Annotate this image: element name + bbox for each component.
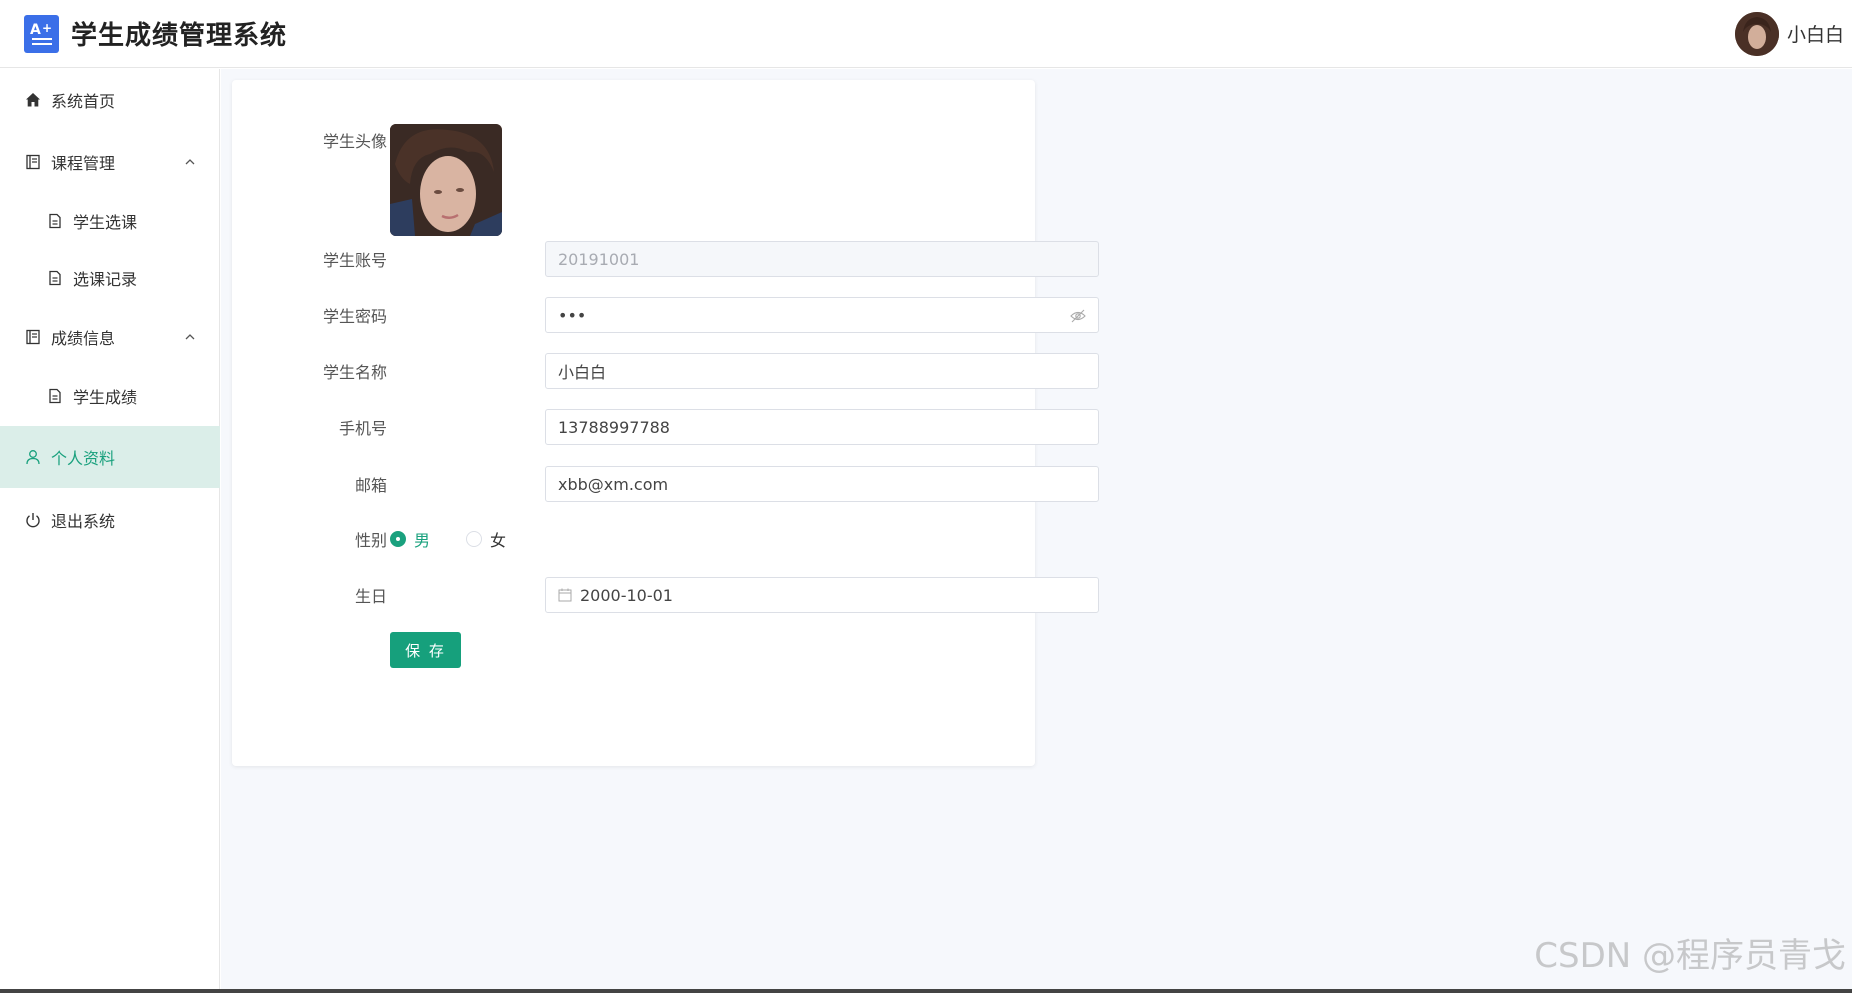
radio-checked-icon xyxy=(390,531,406,547)
user-icon xyxy=(24,448,42,466)
name-input[interactable]: 小白白 xyxy=(545,353,1099,389)
account-input: 20191001 xyxy=(545,241,1099,277)
sidebar-item-course-management[interactable]: 课程管理 xyxy=(0,131,220,193)
sidebar-item-label: 选课记录 xyxy=(73,270,138,289)
avatar-label: 学生头像 xyxy=(322,132,387,151)
document-icon xyxy=(46,269,64,287)
sidebar-item-profile[interactable]: 个人资料 xyxy=(0,426,220,488)
document-icon xyxy=(46,387,64,405)
eye-off-icon[interactable] xyxy=(1070,308,1086,327)
form-row-name: 学生名称 小白白 xyxy=(232,353,1099,389)
password-input[interactable]: ••• xyxy=(545,297,1099,333)
password-value: ••• xyxy=(558,305,587,325)
avatar[interactable] xyxy=(1734,11,1779,56)
profile-form-card: 学生头像 学生账号 20191001 学生密码 ••• 学生名称 小白白 手机号… xyxy=(232,80,1099,766)
sidebar-item-label: 学生选课 xyxy=(73,213,138,232)
radio-label: 女 xyxy=(490,531,507,550)
watermark: CSDN @程序员青戈 xyxy=(1534,936,1846,976)
gender-radio-male[interactable]: 男 xyxy=(390,527,430,551)
sidebar-item-course-selection[interactable]: 学生选课 xyxy=(0,190,220,252)
book-icon xyxy=(24,153,42,171)
sidebar-item-label: 课程管理 xyxy=(51,154,116,173)
home-icon xyxy=(24,91,42,109)
window-bottom-edge xyxy=(0,989,1852,993)
calendar-icon xyxy=(558,588,572,602)
email-label: 邮箱 xyxy=(354,476,387,495)
phone-input[interactable]: 13788997788 xyxy=(545,409,1099,445)
main-content: 学生头像 学生账号 20191001 学生密码 ••• 学生名称 小白白 手机号… xyxy=(221,69,1852,989)
sidebar-item-label: 个人资料 xyxy=(51,449,116,468)
top-header: A + 学生成绩管理系统 小白白 xyxy=(0,0,1852,68)
form-row-phone: 手机号 13788997788 xyxy=(232,409,1099,445)
student-photo[interactable] xyxy=(390,124,502,236)
document-icon xyxy=(46,212,64,230)
save-button[interactable]: 保 存 xyxy=(390,632,461,668)
birthday-label: 生日 xyxy=(354,587,387,606)
user-name[interactable]: 小白白 xyxy=(1787,20,1844,47)
form-row-account: 学生账号 20191001 xyxy=(232,241,1099,277)
sidebar-item-label: 系统首页 xyxy=(51,92,116,111)
form-row-avatar: 学生头像 xyxy=(232,124,1035,236)
radio-unchecked-icon xyxy=(466,531,483,547)
radio-label: 男 xyxy=(414,531,431,550)
grade-a-plus-icon: A + xyxy=(24,14,59,53)
sidebar-item-label: 退出系统 xyxy=(51,512,116,531)
form-row-actions: 保 存 xyxy=(232,632,1035,668)
sidebar-item-logout[interactable]: 退出系统 xyxy=(0,489,220,551)
form-row-birthday: 生日 2000-10-01 xyxy=(232,577,1099,613)
birthday-value: 2000-10-01 xyxy=(580,585,673,605)
sidebar-item-student-grades[interactable]: 学生成绩 xyxy=(0,365,220,427)
power-icon xyxy=(24,511,42,529)
gender-label: 性别 xyxy=(354,531,387,550)
svg-text:+: + xyxy=(42,21,52,35)
sidebar-item-home[interactable]: 系统首页 xyxy=(0,69,220,131)
name-label: 学生名称 xyxy=(322,363,387,382)
form-row-email: 邮箱 xbb@xm.com xyxy=(232,466,1099,502)
svg-text:A: A xyxy=(30,22,41,38)
chevron-up-icon xyxy=(184,328,196,347)
app-title: 学生成绩管理系统 xyxy=(71,21,288,51)
phone-label: 手机号 xyxy=(338,419,387,438)
email-input[interactable]: xbb@xm.com xyxy=(545,466,1099,502)
gender-radio-group: 男 女 xyxy=(390,521,506,557)
chevron-up-icon xyxy=(184,153,196,172)
sidebar-item-label: 成绩信息 xyxy=(51,329,116,348)
gender-radio-female[interactable]: 女 xyxy=(466,527,506,551)
brand: A + 学生成绩管理系统 xyxy=(24,14,288,53)
book-icon xyxy=(24,328,42,346)
sidebar-item-grade-info[interactable]: 成绩信息 xyxy=(0,306,220,368)
avatar-upload[interactable] xyxy=(390,124,502,236)
sidebar-item-selection-records[interactable]: 选课记录 xyxy=(0,247,220,309)
sidebar: 系统首页 课程管理 学生选课 选课记录 成绩信息 学生成绩 个人资料 退出系统 xyxy=(0,69,220,989)
birthday-datepicker[interactable]: 2000-10-01 xyxy=(545,577,1099,613)
form-row-password: 学生密码 ••• xyxy=(232,297,1099,333)
password-label: 学生密码 xyxy=(322,307,387,326)
sidebar-item-label: 学生成绩 xyxy=(73,388,138,407)
user-menu[interactable]: 小白白 xyxy=(1734,11,1844,56)
account-label: 学生账号 xyxy=(322,251,387,270)
form-row-gender: 性别 男 女 xyxy=(232,521,1035,557)
